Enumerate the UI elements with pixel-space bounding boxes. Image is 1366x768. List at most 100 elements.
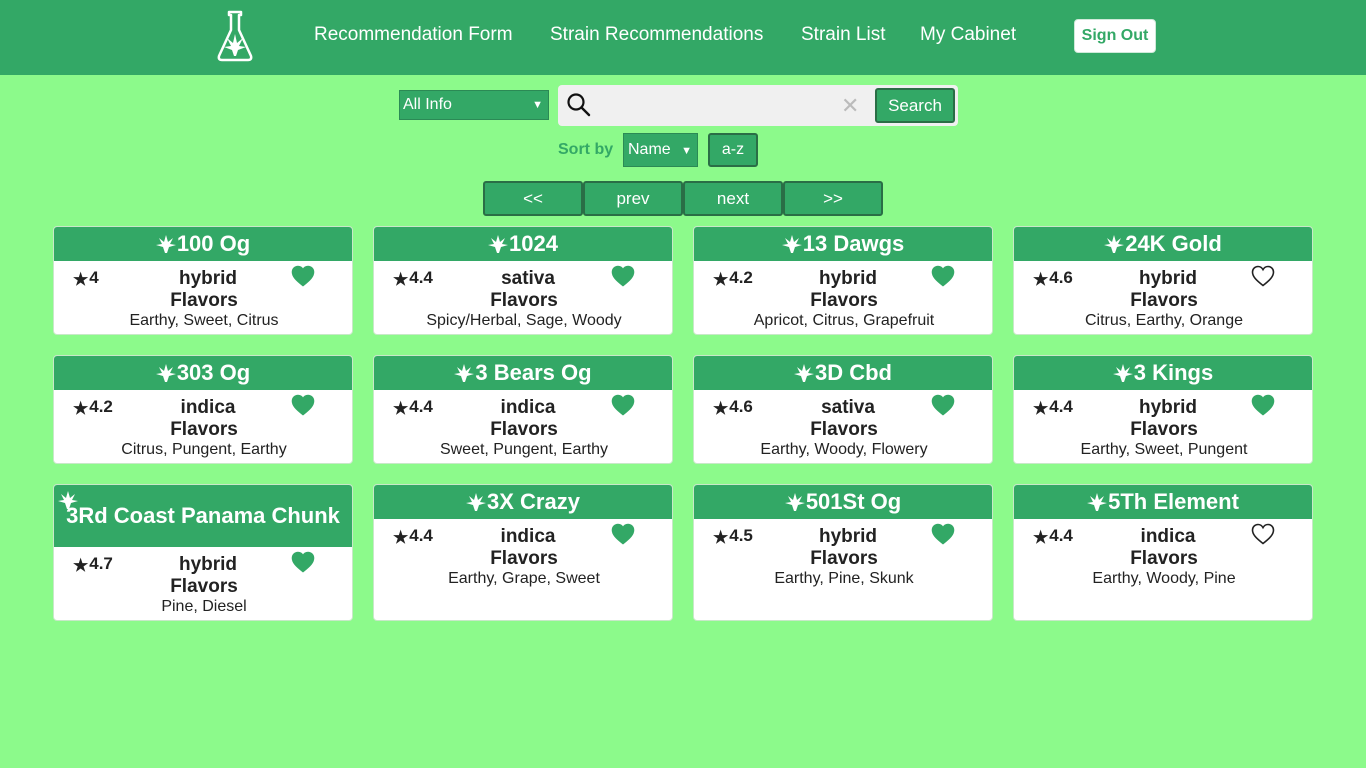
flavors-label: Flavors bbox=[810, 548, 878, 569]
chevron-down-icon: ▼ bbox=[532, 99, 543, 111]
heart-icon[interactable] bbox=[291, 551, 315, 573]
heart-icon[interactable] bbox=[611, 394, 635, 416]
strain-type: sativa bbox=[821, 397, 875, 418]
strain-card-header: 1024 bbox=[374, 227, 672, 261]
strain-flavors: Earthy, Woody, Flowery bbox=[760, 441, 928, 458]
sort-order-button[interactable]: a-z bbox=[708, 133, 758, 167]
strain-card-header: 100 Og bbox=[54, 227, 352, 261]
strain-name: 303 Og bbox=[176, 360, 251, 385]
star-icon: ★ bbox=[1033, 270, 1049, 289]
strain-rating: ★ 4.7 bbox=[73, 554, 113, 575]
strain-type: indica bbox=[1140, 526, 1196, 547]
strain-flavors: Earthy, Sweet, Citrus bbox=[129, 312, 279, 329]
strain-card[interactable]: 13 Dawgs ★ 4.2 hybrid Flavors Apricot, Citrus… bbox=[693, 226, 993, 335]
nav-recommendation-form[interactable]: Recommendation Form bbox=[314, 24, 513, 46]
heart-icon[interactable] bbox=[1251, 394, 1275, 416]
sort-value: Name bbox=[628, 141, 671, 158]
strain-card-body: ★ 4.4 sativa Flavors Spicy/Herbal, Sage, Woo… bbox=[374, 261, 672, 333]
strain-card[interactable]: 3D Cbd ★ 4.6 sativa Flavors Earthy, Woody, Fl… bbox=[693, 355, 993, 464]
cannabis-leaf-icon bbox=[466, 493, 487, 511]
strain-rating-value: 4.4 bbox=[1049, 526, 1073, 545]
close-icon[interactable]: ✕ bbox=[841, 93, 859, 119]
strain-rating: ★ 4.4 bbox=[1033, 397, 1073, 418]
heart-icon[interactable] bbox=[291, 265, 315, 287]
cannabis-leaf-icon bbox=[1104, 235, 1125, 253]
strain-rating: ★ 4.6 bbox=[1033, 268, 1073, 289]
strain-type: hybrid bbox=[1138, 268, 1198, 289]
search-bar: ✕ Search bbox=[558, 85, 958, 126]
nav-strain-recommendations[interactable]: Strain Recommendations bbox=[550, 24, 763, 46]
star-icon: ★ bbox=[393, 270, 409, 289]
strain-card[interactable]: 100 Og ★ 4 hybrid Flavors Earthy, Sweet, Citr… bbox=[53, 226, 353, 335]
cannabis-leaf-icon bbox=[781, 235, 802, 253]
flask-leaf-icon[interactable] bbox=[217, 10, 253, 62]
star-icon: ★ bbox=[73, 556, 89, 575]
star-icon: ★ bbox=[1033, 399, 1049, 418]
flavors-label: Flavors bbox=[490, 548, 558, 569]
last-page-button[interactable]: >> bbox=[783, 181, 883, 216]
heart-icon[interactable] bbox=[931, 394, 955, 416]
strain-rating-value: 4.6 bbox=[1049, 268, 1073, 287]
search-icon bbox=[567, 93, 591, 117]
strain-rating: ★ 4.5 bbox=[713, 526, 753, 547]
strain-card[interactable]: 3X Crazy ★ 4.4 indica Flavors Earthy, Grape, … bbox=[373, 484, 673, 621]
nav-my-cabinet[interactable]: My Cabinet bbox=[920, 24, 1016, 46]
strain-card-header: 501St Og bbox=[694, 485, 992, 519]
heart-icon[interactable] bbox=[1251, 265, 1275, 287]
strain-card[interactable]: 3 Bears Og ★ 4.4 indica Flavors Sweet, Pungen… bbox=[373, 355, 673, 464]
star-icon: ★ bbox=[1033, 528, 1049, 547]
search-filter-select[interactable]: All Info ▼ bbox=[399, 90, 549, 120]
strain-card[interactable]: 24K Gold ★ 4.6 hybrid Flavors Citrus, Earthy,… bbox=[1013, 226, 1313, 335]
strain-name: 13 Dawgs bbox=[802, 231, 905, 256]
strain-card[interactable]: 5Th Element ★ 4.4 indica Flavors Earthy, Wood… bbox=[1013, 484, 1313, 621]
strain-card[interactable]: 3 Kings ★ 4.4 hybrid Flavors Earthy, Sweet, P… bbox=[1013, 355, 1313, 464]
flavors-label: Flavors bbox=[490, 290, 558, 311]
strain-card[interactable]: 3Rd Coast Panama Chunk ★ 4.7 hybrid Flavors P… bbox=[53, 484, 353, 621]
first-page-button[interactable]: << bbox=[483, 181, 583, 216]
heart-icon[interactable] bbox=[931, 523, 955, 545]
heart-icon[interactable] bbox=[611, 265, 635, 287]
star-icon: ★ bbox=[713, 399, 729, 418]
strain-card-header: 3Rd Coast Panama Chunk bbox=[54, 485, 352, 547]
strain-name: 24K Gold bbox=[1125, 231, 1222, 256]
sign-out-button[interactable]: Sign Out bbox=[1074, 19, 1156, 53]
strain-rating: ★ 4.2 bbox=[713, 268, 753, 289]
heart-icon[interactable] bbox=[1251, 523, 1275, 545]
chevron-down-icon: ▼ bbox=[681, 145, 692, 157]
nav-strain-list[interactable]: Strain List bbox=[801, 24, 885, 46]
strain-rating: ★ 4.6 bbox=[713, 397, 753, 418]
strain-card-body: ★ 4.2 hybrid Flavors Apricot, Citrus, Grapef… bbox=[694, 261, 992, 333]
strain-card-body: ★ 4.6 sativa Flavors Earthy, Woody, Flowery bbox=[694, 390, 992, 462]
prev-page-button[interactable]: prev bbox=[583, 181, 683, 216]
flavors-label: Flavors bbox=[170, 576, 238, 597]
strain-card-body: ★ 4.4 indica Flavors Sweet, Pungent, Earthy bbox=[374, 390, 672, 462]
flavors-label: Flavors bbox=[1130, 419, 1198, 440]
strain-rating-value: 4.6 bbox=[729, 397, 753, 416]
strain-card-header: 3D Cbd bbox=[694, 356, 992, 390]
heart-icon[interactable] bbox=[931, 265, 955, 287]
strain-type: hybrid bbox=[178, 554, 238, 575]
heart-icon[interactable] bbox=[291, 394, 315, 416]
cannabis-leaf-icon bbox=[155, 235, 176, 253]
next-page-button[interactable]: next bbox=[683, 181, 783, 216]
strain-flavors: Earthy, Pine, Skunk bbox=[774, 570, 914, 587]
strain-rating: ★ 4.2 bbox=[73, 397, 113, 418]
strain-card[interactable]: 303 Og ★ 4.2 indica Flavors Citrus, Pungent, … bbox=[53, 355, 353, 464]
search-button[interactable]: Search bbox=[875, 88, 955, 123]
strain-card[interactable]: 501St Og ★ 4.5 hybrid Flavors Earthy, Pine, S… bbox=[693, 484, 993, 621]
strain-card-body: ★ 4.5 hybrid Flavors Earthy, Pine, Skunk bbox=[694, 519, 992, 591]
strain-card-header: 3 Kings bbox=[1014, 356, 1312, 390]
strain-type: sativa bbox=[501, 268, 555, 289]
cannabis-leaf-icon bbox=[58, 491, 78, 509]
strain-flavors: Citrus, Pungent, Earthy bbox=[121, 441, 287, 458]
strain-rating-value: 4.4 bbox=[1049, 397, 1073, 416]
search-input[interactable] bbox=[598, 91, 834, 119]
strain-type: indica bbox=[180, 397, 236, 418]
sort-select[interactable]: Name ▼ bbox=[623, 133, 698, 167]
cannabis-leaf-icon bbox=[784, 493, 805, 511]
cannabis-leaf-icon bbox=[1112, 364, 1133, 382]
navbar: Recommendation Form Strain Recommendatio… bbox=[0, 0, 1366, 75]
heart-icon[interactable] bbox=[611, 523, 635, 545]
strain-card[interactable]: 1024 ★ 4.4 sativa Flavors Spicy/Herbal, Sage,… bbox=[373, 226, 673, 335]
strain-name: 3 Bears Og bbox=[475, 360, 592, 385]
